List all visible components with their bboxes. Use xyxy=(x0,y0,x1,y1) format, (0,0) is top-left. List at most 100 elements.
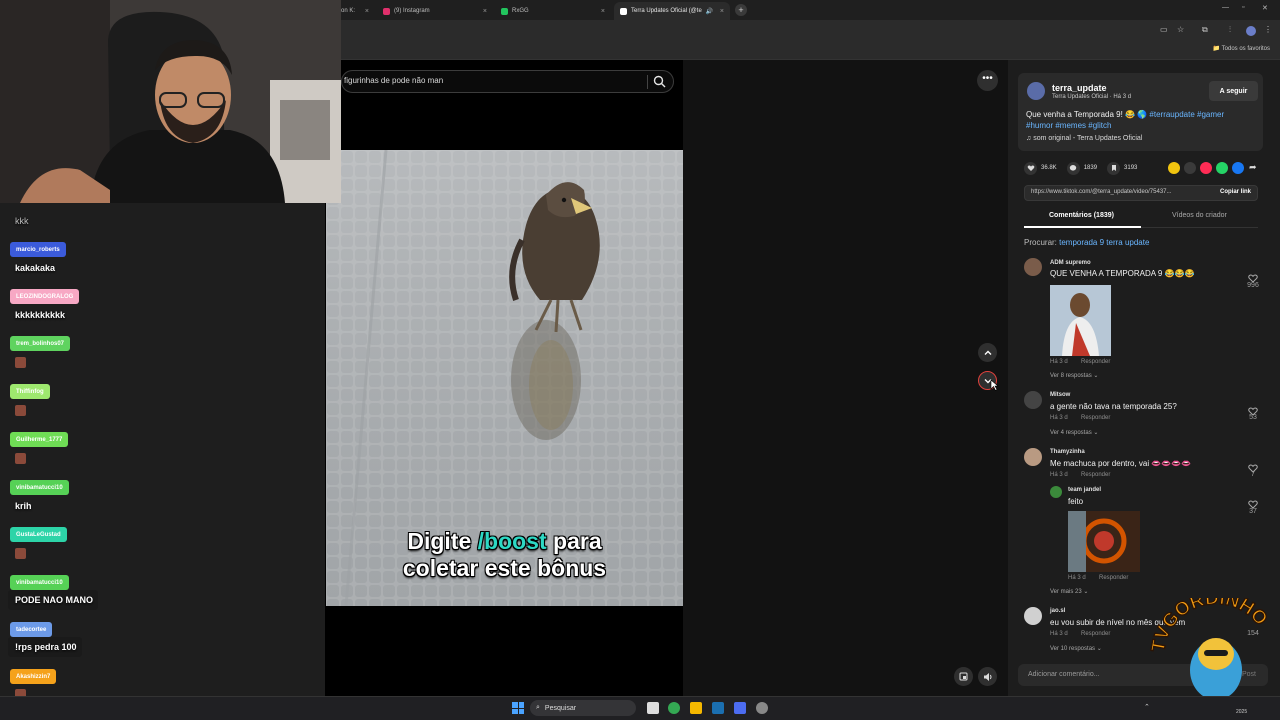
bookmark-icon[interactable] xyxy=(1107,161,1121,175)
chat-emote xyxy=(15,548,26,559)
hashtag-link[interactable]: #gamer xyxy=(1197,110,1224,119)
coins-icon[interactable] xyxy=(1168,162,1180,174)
task-view-icon[interactable] xyxy=(647,702,659,714)
pip-button[interactable] xyxy=(954,667,973,686)
reply-image[interactable] xyxy=(1068,511,1140,572)
new-tab-button[interactable]: + xyxy=(735,4,747,16)
sidebar-icon[interactable]: ⫶ xyxy=(1229,25,1231,35)
search-input[interactable]: figurinhas de pode não man xyxy=(344,76,443,85)
whatsapp-icon[interactable] xyxy=(1216,162,1228,174)
profile-avatar[interactable] xyxy=(1246,26,1256,36)
tab-comments[interactable]: Comentários (1839) xyxy=(1049,212,1114,219)
view-more-replies-button[interactable]: Ver mais 23 ⌄ xyxy=(1050,588,1088,595)
volume-button[interactable] xyxy=(978,667,997,686)
video-url[interactable]: https://www.tiktok.com/@terra_update/vid… xyxy=(1031,189,1172,195)
reply-button[interactable]: Responder xyxy=(1081,472,1110,478)
reply-button[interactable]: Responder xyxy=(1081,415,1110,421)
windows-start-icon[interactable] xyxy=(512,702,524,714)
chat-username[interactable]: LEOZINDOGRALOG xyxy=(10,289,80,304)
like-icon[interactable] xyxy=(1024,161,1037,175)
chat-username[interactable]: vinibamatucci10 xyxy=(10,480,69,495)
chat-username[interactable]: GustaLeGustad xyxy=(10,527,67,542)
close-icon[interactable]: × xyxy=(720,8,724,15)
view-replies-button[interactable]: Ver 8 respostas ⌄ xyxy=(1050,372,1098,379)
view-replies-button[interactable]: Ver 4 respostas ⌄ xyxy=(1050,429,1098,436)
tab-1[interactable]: on K: × xyxy=(335,2,375,20)
commenter-avatar[interactable] xyxy=(1050,486,1062,498)
reply-button[interactable]: Responder xyxy=(1099,575,1128,581)
chat-username[interactable]: marcio_roberts xyxy=(10,242,66,257)
tab-creator-videos[interactable]: Vídeos do criador xyxy=(1172,212,1227,219)
search-bar[interactable]: figurinhas de pode não man xyxy=(341,70,674,93)
all-bookmarks[interactable]: 📁 Todos os favoritos xyxy=(1213,45,1270,52)
view-replies-button[interactable]: Ver 10 respostas ⌄ xyxy=(1050,645,1102,652)
chat-username[interactable]: vinibamatucci10 xyxy=(10,575,69,590)
comment-input[interactable]: Adicionar comentário... xyxy=(1028,671,1100,678)
maximize-icon[interactable]: ▫ xyxy=(1242,4,1244,11)
chat-username[interactable]: Akashizzin7 xyxy=(10,669,57,684)
comment-time: Há 3 d xyxy=(1050,359,1068,365)
comment-icon[interactable] xyxy=(1066,161,1080,175)
close-icon[interactable]: × xyxy=(601,8,605,15)
bookmarks-label: Todos os favoritos xyxy=(1221,46,1270,52)
tab-tiktok[interactable]: Terra Updates Oficial (@te 🔊 × xyxy=(614,2,730,20)
taskbar xyxy=(0,696,1280,720)
commenter-name[interactable]: team jandel xyxy=(1068,487,1101,493)
commenter-avatar[interactable] xyxy=(1024,607,1042,625)
facebook-icon[interactable] xyxy=(1232,162,1244,174)
hashtag-link[interactable]: #memes xyxy=(1055,121,1086,130)
commenter-avatar[interactable] xyxy=(1024,391,1042,409)
close-window-icon[interactable]: ✕ xyxy=(1262,4,1268,12)
send-icon[interactable] xyxy=(1200,162,1212,174)
music-link[interactable]: ♫ som original - Terra Updates Oficial xyxy=(1026,135,1142,142)
hashtag-link[interactable]: #terraupdate xyxy=(1149,110,1194,119)
follow-button[interactable]: A seguir xyxy=(1209,81,1258,101)
chat-username[interactable]: Thiffinfog xyxy=(10,384,50,399)
commenter-avatar[interactable] xyxy=(1024,448,1042,466)
chat-username[interactable]: Guilherme_1777 xyxy=(10,432,69,447)
taskbar-search[interactable]: ⌕ Pesquisar xyxy=(530,700,636,716)
commenter-name[interactable]: jao.sl xyxy=(1050,608,1065,614)
share-arrow-icon[interactable]: ➦ xyxy=(1249,162,1257,173)
cast-icon[interactable]: ▭ xyxy=(1160,25,1168,34)
steam-icon[interactable] xyxy=(712,702,724,714)
pip-icon xyxy=(959,672,968,681)
hashtag-link[interactable]: #humor xyxy=(1026,121,1053,130)
app-icon[interactable] xyxy=(734,702,746,714)
more-options-button[interactable]: ••• xyxy=(977,70,998,91)
search-divider xyxy=(647,75,648,89)
video-frame[interactable]: Digite /boost para coletar este bônus xyxy=(326,150,683,606)
search-icon[interactable] xyxy=(653,75,666,93)
chrome-icon[interactable] xyxy=(668,702,680,714)
close-icon[interactable]: × xyxy=(365,8,369,15)
hashtag-link[interactable]: #glitch xyxy=(1088,121,1111,130)
commenter-name[interactable]: Thamyzinha xyxy=(1050,449,1085,455)
chat-username[interactable]: tadecortee xyxy=(10,622,53,637)
tab-instagram[interactable]: (9) Instagram × xyxy=(377,2,493,20)
commenter-name[interactable]: Mitsow xyxy=(1050,392,1070,398)
star-icon[interactable]: ☆ xyxy=(1177,25,1184,34)
close-icon[interactable]: × xyxy=(483,8,487,15)
author-avatar[interactable] xyxy=(1027,82,1045,100)
comment-image[interactable] xyxy=(1050,285,1111,356)
commenter-avatar[interactable] xyxy=(1024,258,1042,276)
reply-button[interactable]: Responder xyxy=(1081,359,1110,365)
tab-rxgg[interactable]: RxGG × xyxy=(495,2,611,20)
speaker-icon[interactable]: 🔊 xyxy=(706,8,713,15)
reply-button[interactable]: Responder xyxy=(1081,631,1110,637)
minimize-icon[interactable]: — xyxy=(1222,4,1229,11)
tray-chevron-icon[interactable]: ⌃ xyxy=(1144,703,1150,711)
clock-date[interactable]: 2025 xyxy=(1236,709,1247,715)
settings-icon[interactable] xyxy=(756,702,768,714)
comment-text: feito xyxy=(1068,497,1084,506)
commenter-name[interactable]: ADM supremo xyxy=(1050,260,1091,266)
author-name[interactable]: terra_update xyxy=(1052,83,1107,93)
embed-icon[interactable] xyxy=(1184,162,1196,174)
related-search-link[interactable]: temporada 9 terra update xyxy=(1059,238,1149,247)
menu-icon[interactable]: ⋮ xyxy=(1264,25,1272,34)
file-explorer-icon[interactable] xyxy=(690,702,702,714)
previous-video-button[interactable] xyxy=(978,343,997,362)
extensions-icon[interactable]: ⧉ xyxy=(1202,25,1208,35)
chat-username[interactable]: trem_bolinhos07 xyxy=(10,336,71,351)
copy-link-button[interactable]: Copiar link xyxy=(1220,189,1251,195)
